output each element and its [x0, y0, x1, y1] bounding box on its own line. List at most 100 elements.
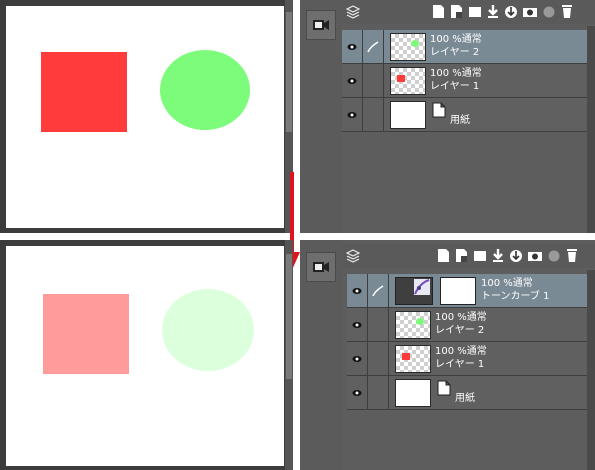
paper-thumbnail — [390, 101, 426, 129]
top-layer-list: 100 %通常 レイヤー 2 100 %通常 レイヤー 1 用紙 — [342, 30, 595, 230]
eye-icon — [347, 43, 357, 50]
new-raster-layer-icon[interactable] — [437, 248, 451, 264]
layer-name: レイヤー 2 — [430, 47, 480, 58]
visibility-toggle[interactable] — [347, 308, 368, 341]
top-canvas-scroll-thumb[interactable] — [286, 12, 292, 132]
bottom-layer-list: 100 %通常 トーンカーブ 1 100 %通常 レイヤー 2 100 %通常 … — [347, 274, 595, 470]
layer-name: トーンカーブ 1 — [481, 291, 550, 302]
new-folder-icon[interactable] — [473, 248, 487, 264]
green-circle-before — [160, 50, 250, 130]
bottom-canvas-frame — [0, 240, 293, 470]
new-raster-layer-icon[interactable] — [432, 4, 446, 20]
paper-icon — [432, 102, 446, 118]
edit-target[interactable] — [363, 64, 384, 97]
top-tool-column — [300, 0, 342, 233]
layer-stack-icon[interactable] — [345, 4, 361, 20]
thumb-red-mark — [402, 353, 410, 360]
visibility-toggle[interactable] — [347, 376, 368, 409]
bottom-tool-column — [300, 240, 342, 470]
merge-down-icon[interactable] — [486, 4, 500, 20]
layer-name: 用紙 — [455, 393, 475, 404]
bottom-layer-panel-scrollbar[interactable] — [587, 270, 595, 470]
new-vector-layer-icon[interactable] — [455, 248, 469, 264]
visibility-toggle[interactable] — [347, 342, 368, 375]
delete-layer-icon[interactable] — [565, 248, 579, 264]
edit-target[interactable] — [368, 376, 389, 409]
thumb-red-mark — [397, 75, 405, 82]
green-circle-after — [162, 289, 254, 371]
layer-mask-icon[interactable] — [522, 4, 538, 20]
layer-blend: 100 %通常 — [481, 278, 533, 289]
bottom-layer-row-layer-1[interactable]: 100 %通常 レイヤー 1 — [347, 342, 595, 376]
transfer-down-icon[interactable] — [509, 248, 523, 264]
layer-stack-icon[interactable] — [345, 248, 361, 264]
bottom-canvas[interactable] — [6, 246, 284, 466]
top-camera-button[interactable] — [306, 10, 336, 40]
camera-icon — [313, 262, 329, 272]
layer-name: レイヤー 1 — [430, 81, 480, 92]
top-layer-panel: 100 %通常 レイヤー 2 100 %通常 レイヤー 1 用紙 — [342, 0, 595, 233]
bottom-canvas-scrollbar[interactable] — [285, 240, 293, 470]
layer-name: レイヤー 2 — [435, 325, 485, 336]
transfer-down-icon[interactable] — [504, 4, 518, 20]
visibility-toggle[interactable] — [347, 274, 368, 307]
new-folder-icon[interactable] — [468, 4, 482, 20]
top-layer-row-paper[interactable]: 用紙 — [342, 98, 595, 132]
tone-curve-icon — [414, 279, 430, 295]
edit-target[interactable] — [368, 342, 389, 375]
layer-thumbnail — [395, 345, 431, 373]
paper-thumbnail — [395, 379, 431, 407]
edit-target[interactable] — [368, 308, 389, 341]
paper-icon — [437, 380, 451, 396]
new-vector-layer-icon[interactable] — [450, 4, 464, 20]
eye-icon — [352, 287, 362, 294]
apply-mask-icon[interactable] — [542, 4, 556, 20]
bottom-layer-panel: 100 %通常 トーンカーブ 1 100 %通常 レイヤー 2 100 %通常 … — [342, 240, 595, 470]
brush-icon — [372, 284, 384, 296]
tone-curve-thumbnail — [395, 277, 433, 305]
visibility-toggle[interactable] — [342, 98, 363, 131]
red-square-before — [41, 52, 127, 132]
layer-name: 用紙 — [450, 115, 470, 126]
bottom-layer-row-paper[interactable]: 用紙 — [347, 376, 595, 410]
merge-down-icon[interactable] — [491, 248, 505, 264]
camera-icon — [313, 20, 329, 30]
edit-target[interactable] — [363, 98, 384, 131]
red-square-after — [43, 294, 129, 374]
layer-thumbnail — [395, 311, 431, 339]
bottom-layer-row-layer-2[interactable]: 100 %通常 レイヤー 2 — [347, 308, 595, 342]
eye-icon — [352, 389, 362, 396]
eye-icon — [347, 77, 357, 84]
bottom-camera-button[interactable] — [306, 252, 336, 282]
edit-target[interactable] — [368, 274, 389, 307]
eye-icon — [352, 355, 362, 362]
thumb-green-mark — [416, 318, 424, 325]
bottom-layer-row-tone-curve[interactable]: 100 %通常 トーンカーブ 1 — [347, 274, 595, 308]
edit-target[interactable] — [363, 30, 384, 63]
eye-icon — [352, 321, 362, 328]
layer-blend: 100 %通常 — [430, 68, 482, 79]
visibility-toggle[interactable] — [342, 30, 363, 63]
layer-mask-icon[interactable] — [527, 248, 543, 264]
eye-icon — [347, 111, 357, 118]
top-layer-toolbar — [342, 0, 595, 24]
top-layer-row-layer-2[interactable]: 100 %通常 レイヤー 2 — [342, 30, 595, 64]
layer-thumbnail — [390, 67, 426, 95]
brush-icon — [367, 40, 379, 52]
delete-layer-icon[interactable] — [560, 4, 574, 20]
layer-blend: 100 %通常 — [430, 34, 482, 45]
visibility-toggle[interactable] — [342, 64, 363, 97]
layer-blend: 100 %通常 — [435, 346, 487, 357]
top-layer-panel-scrollbar[interactable] — [587, 26, 595, 233]
top-canvas[interactable] — [6, 6, 284, 228]
apply-mask-icon[interactable] — [547, 248, 561, 264]
bottom-canvas-scroll-thumb[interactable] — [286, 254, 292, 379]
thumb-green-mark — [411, 40, 419, 47]
layer-thumbnail — [390, 33, 426, 61]
layer-blend: 100 %通常 — [435, 312, 487, 323]
top-canvas-frame — [0, 0, 293, 233]
layer-name: レイヤー 1 — [435, 359, 485, 370]
top-layer-row-layer-1[interactable]: 100 %通常 レイヤー 1 — [342, 64, 595, 98]
bottom-layer-toolbar — [342, 244, 595, 268]
tone-curve-mask-thumbnail — [440, 277, 476, 305]
